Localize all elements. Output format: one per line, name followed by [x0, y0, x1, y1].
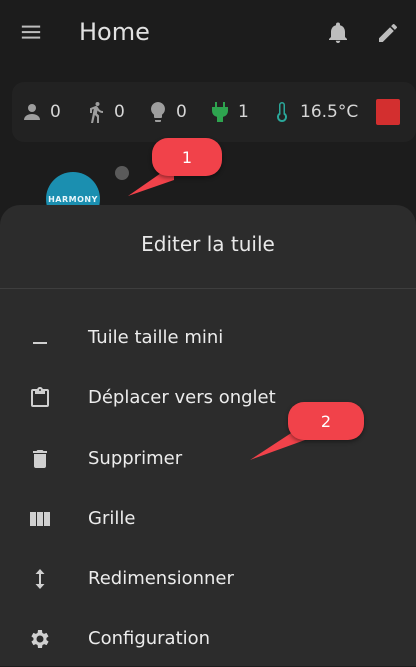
status-chip-lights[interactable]: 0 [146, 100, 187, 124]
callout-number: 1 [181, 147, 193, 167]
callout-2: 2 [288, 402, 364, 440]
menu-item-label: Tuile taille mini [88, 327, 224, 348]
sheet-title: Editer la tuile [141, 232, 275, 256]
status-chip-persons[interactable]: 0 [20, 100, 61, 124]
columns-icon [30, 512, 50, 526]
lightbulb-icon [151, 102, 165, 122]
menu-item-label: Supprimer [88, 448, 183, 469]
menu-item-redimensionner[interactable]: Redimensionner [0, 551, 416, 607]
menu-item-configuration[interactable]: Configuration [0, 611, 416, 667]
pencil-icon[interactable] [376, 21, 400, 45]
walking-person-icon [90, 102, 103, 123]
status-value: 0 [114, 102, 125, 122]
gear-icon [31, 630, 49, 648]
menu-item-label: Déplacer vers onglet [88, 387, 276, 408]
sheet-divider [0, 288, 416, 289]
menu-item-label: Grille [88, 508, 136, 529]
menu-icon[interactable] [20, 21, 42, 43]
person-icon [24, 104, 40, 120]
menu-item-supprimer[interactable]: Supprimer [0, 431, 416, 487]
alert-icon[interactable] [376, 99, 400, 125]
harmony-label: HARMONY [48, 194, 98, 204]
status-value: 0 [176, 102, 187, 122]
menu-item-tuile-taille-mini[interactable]: Tuile taille mini [0, 310, 416, 366]
status-value: 16.5°C [300, 102, 359, 122]
callout-1: 1 [152, 138, 222, 176]
trash-icon [33, 450, 47, 468]
bell-icon[interactable] [326, 21, 350, 45]
top-app-bar: Home [0, 0, 416, 66]
status-value: 1 [238, 102, 249, 122]
menu-item-grille[interactable]: Grille [0, 491, 416, 547]
ev-plug-icon [212, 102, 228, 122]
page-title: Home [79, 18, 150, 46]
status-chip-motion[interactable]: 0 [84, 100, 125, 124]
clipboard-icon [31, 387, 49, 407]
status-value: 0 [50, 102, 61, 122]
status-chip-plug[interactable]: 1 [208, 100, 249, 124]
menu-item-label: Configuration [88, 628, 211, 649]
status-chip-temperature[interactable]: 16.5°C [270, 100, 358, 124]
resize-vertical-icon [35, 569, 45, 589]
callout-number: 2 [320, 411, 332, 431]
minus-icon [33, 342, 47, 344]
thermometer-icon [277, 102, 287, 122]
menu-item-label: Redimensionner [88, 568, 234, 589]
